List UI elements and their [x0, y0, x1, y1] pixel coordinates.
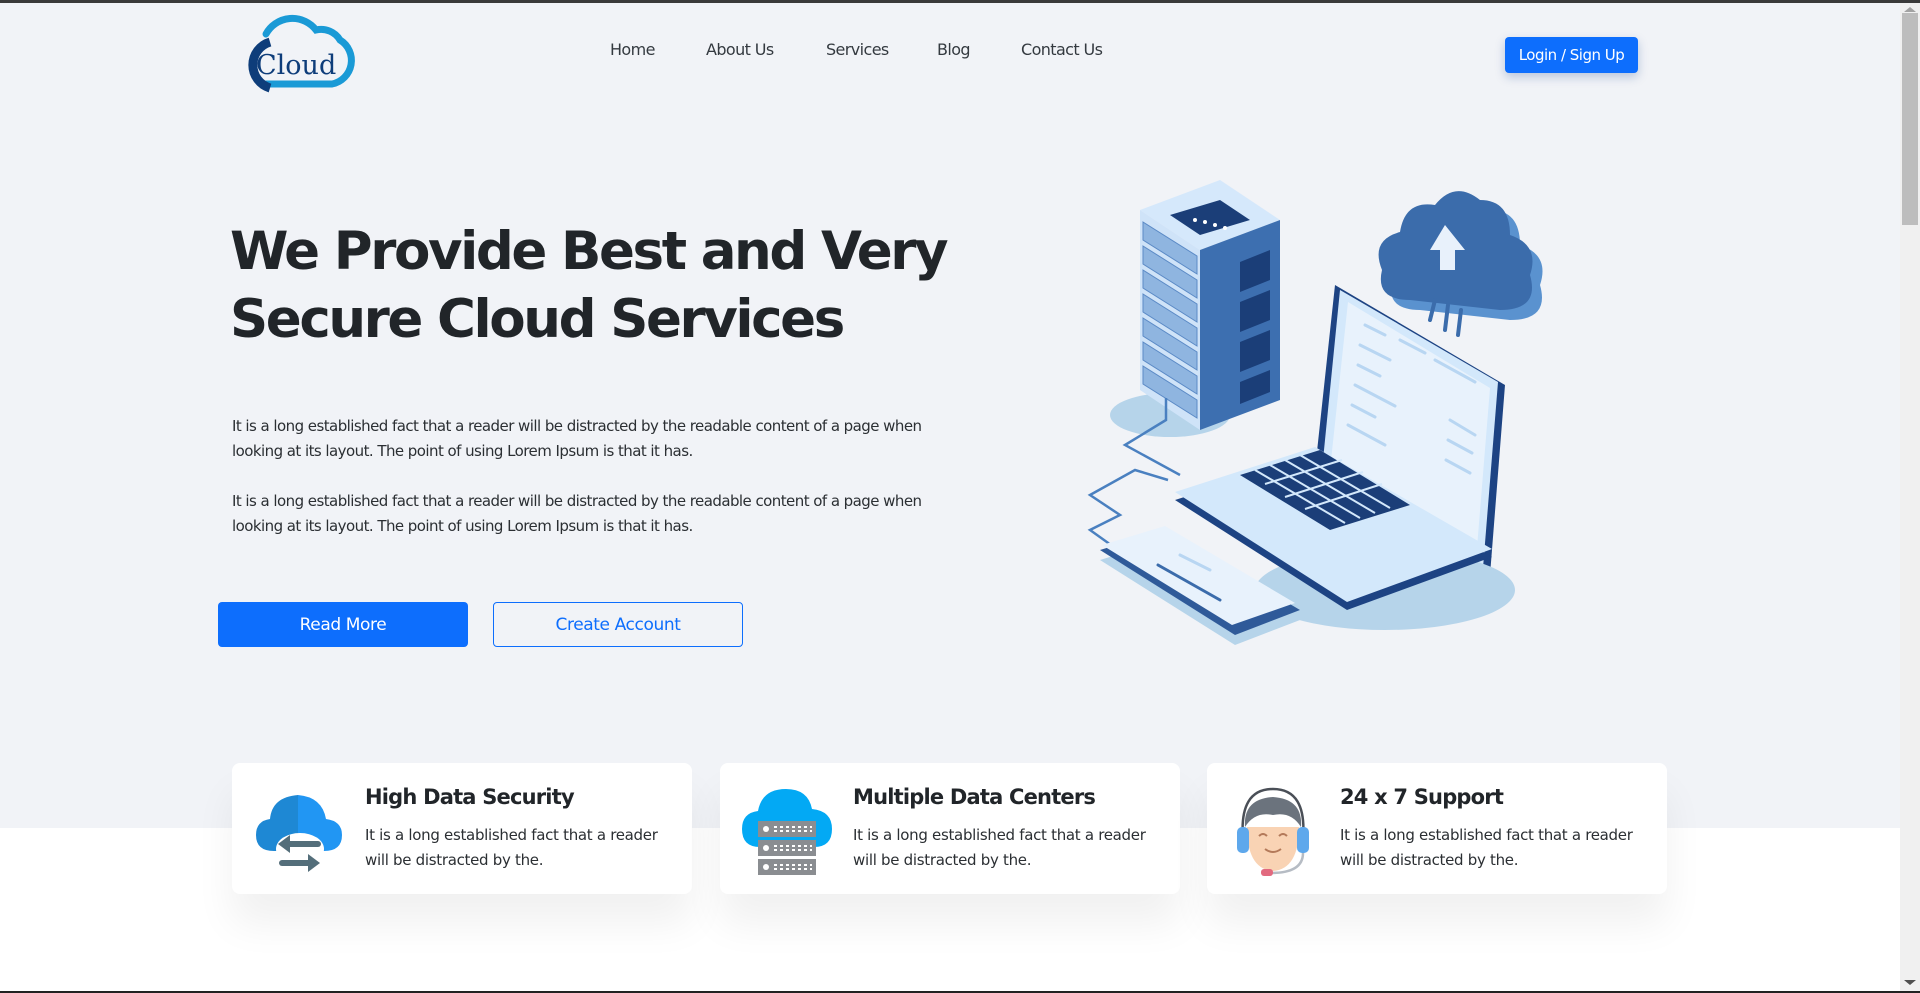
hero-paragraph: It is a long established fact that a rea…	[232, 417, 922, 460]
nav-services[interactable]: Services	[826, 40, 889, 59]
feature-card-support: 24 x 7 Support It is a long established …	[1207, 763, 1667, 894]
hero-title-line-2: Secure Cloud Services	[230, 289, 845, 350]
feature-title: High Data Security	[365, 785, 575, 809]
hero-title: We Provide Best and Very Secure Cloud Se…	[230, 218, 950, 354]
nav-contact-us[interactable]: Contact Us	[1021, 40, 1103, 59]
cloud-logo-icon: Cloud	[248, 14, 355, 93]
hero-paragraph: It is a long established fact that a rea…	[232, 492, 922, 535]
feature-title: 24 x 7 Support	[1340, 785, 1504, 809]
server-tower-icon	[1140, 180, 1280, 430]
nav-home[interactable]: Home	[610, 40, 655, 59]
feature-text: It is a long established fact that a rea…	[853, 826, 1146, 869]
cloud-server-laptop-illustration	[1087, 180, 1543, 645]
feature-card-data-centers: Multiple Data Centers It is a long estab…	[720, 763, 1180, 894]
cloud-server-icon	[742, 789, 832, 875]
vertical-scrollbar[interactable]	[1900, 3, 1920, 991]
feature-title: Multiple Data Centers	[853, 785, 1096, 809]
login-signup-button[interactable]: Login / Sign Up	[1505, 37, 1638, 73]
nav-about-us[interactable]: About Us	[706, 40, 774, 59]
feature-text: It is a long established fact that a rea…	[365, 826, 658, 869]
feature-text: It is a long established fact that a rea…	[1340, 826, 1633, 869]
cloud-sync-icon	[256, 795, 342, 872]
nav-blog[interactable]: Blog	[937, 40, 971, 59]
feature-card-security: High Data Security It is a long establis…	[232, 763, 692, 894]
cloud-upload-icon	[1378, 191, 1543, 337]
support-agent-icon	[1237, 787, 1309, 876]
scrollbar-thumb[interactable]	[1902, 13, 1918, 225]
svg-text:Cloud: Cloud	[256, 50, 336, 81]
window-top-border	[0, 0, 1920, 3]
hero-title-line-1: We Provide Best and Very	[230, 221, 949, 282]
scroll-up-arrow-icon[interactable]	[1904, 7, 1916, 12]
logo[interactable]: Cloud	[236, 14, 360, 94]
create-account-button[interactable]: Create Account	[493, 602, 743, 647]
read-more-button[interactable]: Read More	[218, 602, 468, 647]
scroll-down-arrow-icon[interactable]	[1904, 980, 1916, 985]
